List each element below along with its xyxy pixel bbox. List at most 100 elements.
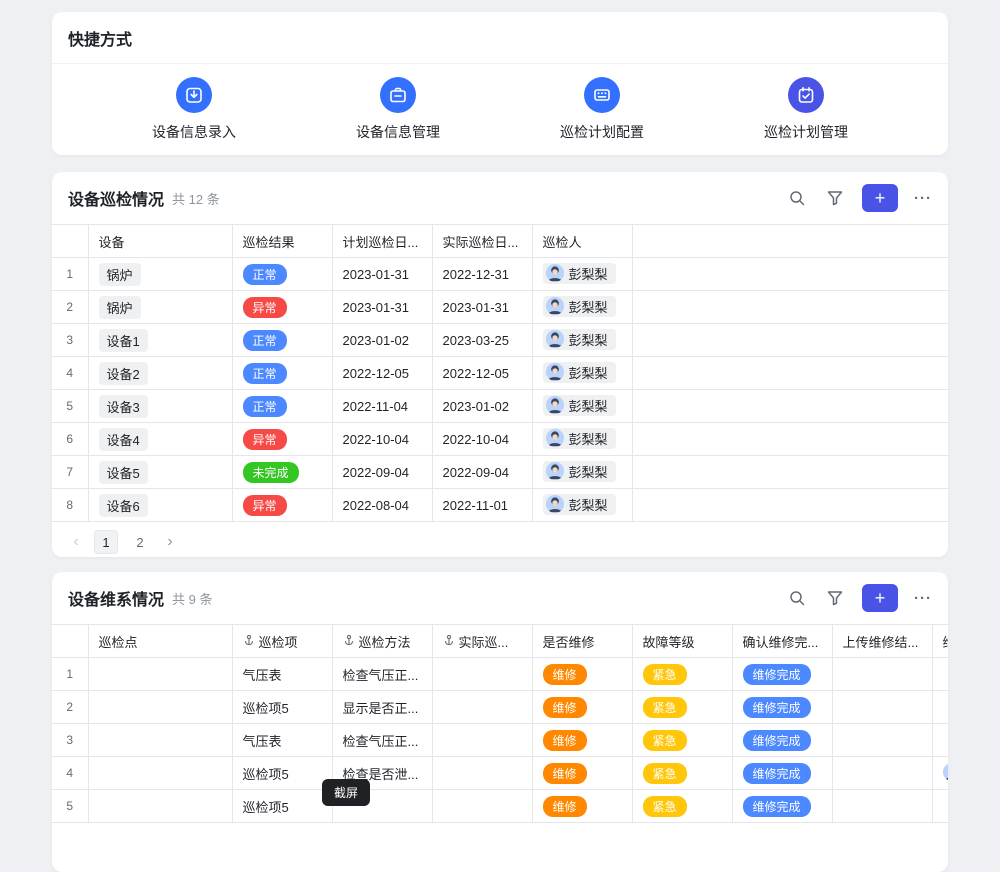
repair-cell[interactable]: 维修 [532,658,632,691]
repair-cell[interactable]: 维修 [532,691,632,724]
upload-cell[interactable] [832,757,932,790]
add-record-button[interactable]: + [862,584,898,612]
method-cell[interactable]: 检查气压正... [332,658,432,691]
next-page-icon[interactable]: › [162,533,178,551]
plan-date-cell[interactable]: 2023-01-02 [332,324,432,357]
result-cell[interactable]: 正常 [232,390,332,423]
table-row[interactable]: 1锅炉正常2023-01-312022-12-31彭梨梨 [52,258,948,291]
level-cell[interactable]: 紧急 [632,658,732,691]
inspector-cell[interactable]: 彭梨梨 [532,423,632,456]
item-cell[interactable]: 气压表 [232,724,332,757]
column-header[interactable]: 维 [932,625,948,658]
actual-cell[interactable] [432,724,532,757]
actual-date-cell[interactable]: 2022-12-31 [432,258,532,291]
column-header[interactable]: 巡检人 [532,225,632,258]
column-header[interactable]: 巡检结果 [232,225,332,258]
inspector-cell[interactable]: 彭梨梨 [532,258,632,291]
device-cell[interactable]: 设备4 [88,423,232,456]
plan-date-cell[interactable]: 2022-08-04 [332,489,432,522]
table-row[interactable]: 5设备3正常2022-11-042023-01-02彭梨梨 [52,390,948,423]
inspector-cell[interactable]: 彭梨梨 [532,324,632,357]
level-cell[interactable]: 紧急 [632,790,732,823]
confirm-cell[interactable]: 维修完成 [732,757,832,790]
filter-icon[interactable] [824,587,846,609]
actual-date-cell[interactable]: 2022-12-05 [432,357,532,390]
table-row[interactable]: 2巡检项5显示是否正...维修紧急维修完成 [52,691,948,724]
inspector-cell[interactable]: 彭梨梨 [532,489,632,522]
extra-cell[interactable] [932,658,948,691]
item-cell[interactable]: 巡检项5 [232,757,332,790]
table-row[interactable]: 2锅炉异常2023-01-312023-01-31彭梨梨 [52,291,948,324]
result-cell[interactable]: 未完成 [232,456,332,489]
result-cell[interactable]: 正常 [232,324,332,357]
extra-cell[interactable] [932,724,948,757]
more-icon[interactable]: ··· [914,590,932,607]
plan-date-cell[interactable]: 2022-11-04 [332,390,432,423]
method-cell[interactable]: 检查气压正... [332,724,432,757]
actual-cell[interactable] [432,790,532,823]
item-cell[interactable]: 气压表 [232,658,332,691]
inspector-cell[interactable]: 彭梨梨 [532,357,632,390]
column-header[interactable]: 是否维修 [532,625,632,658]
table-row[interactable]: 3设备1正常2023-01-022023-03-25彭梨梨 [52,324,948,357]
filter-icon[interactable] [824,187,846,209]
actual-date-cell[interactable]: 2022-10-04 [432,423,532,456]
point-cell[interactable] [88,724,232,757]
confirm-cell[interactable]: 维修完成 [732,691,832,724]
repair-cell[interactable]: 维修 [532,724,632,757]
table-row[interactable]: 4设备2正常2022-12-052022-12-05彭梨梨 [52,357,948,390]
actual-cell[interactable] [432,757,532,790]
extra-cell[interactable] [932,691,948,724]
shortcut-plan-config[interactable]: 巡检计划配置 [560,77,644,142]
column-header[interactable]: 上传维修结... [832,625,932,658]
result-cell[interactable]: 异常 [232,291,332,324]
add-record-button[interactable]: + [862,184,898,212]
level-cell[interactable]: 紧急 [632,724,732,757]
actual-cell[interactable] [432,691,532,724]
upload-cell[interactable] [832,691,932,724]
search-icon[interactable] [786,187,808,209]
table-row[interactable]: 6设备4异常2022-10-042022-10-04彭梨梨 [52,423,948,456]
table-row[interactable]: 7设备5未完成2022-09-042022-09-04彭梨梨 [52,456,948,489]
upload-cell[interactable] [832,724,932,757]
point-cell[interactable] [88,658,232,691]
result-cell[interactable]: 异常 [232,489,332,522]
actual-cell[interactable] [432,658,532,691]
shortcut-plan-manage[interactable]: 巡检计划管理 [764,77,848,142]
item-cell[interactable]: 巡检项5 [232,790,332,823]
more-icon[interactable]: ··· [914,190,932,207]
table-row[interactable]: 3气压表检查气压正...维修紧急维修完成 [52,724,948,757]
plan-date-cell[interactable]: 2023-01-31 [332,291,432,324]
actual-date-cell[interactable]: 2022-11-01 [432,489,532,522]
column-header[interactable]: 设备 [88,225,232,258]
point-cell[interactable] [88,790,232,823]
repair-cell[interactable]: 维修 [532,790,632,823]
page-number[interactable]: 2 [128,530,152,554]
device-cell[interactable]: 锅炉 [88,291,232,324]
device-cell[interactable]: 设备2 [88,357,232,390]
column-header[interactable]: 巡检方法 [332,625,432,658]
repair-cell[interactable]: 维修 [532,757,632,790]
extra-cell[interactable] [932,790,948,823]
confirm-cell[interactable]: 维修完成 [732,658,832,691]
method-cell[interactable]: 显示是否正... [332,691,432,724]
extra-cell[interactable] [932,757,948,790]
actual-date-cell[interactable]: 2022-09-04 [432,456,532,489]
column-header[interactable]: 故障等级 [632,625,732,658]
device-cell[interactable]: 设备5 [88,456,232,489]
table-row[interactable]: 1气压表检查气压正...维修紧急维修完成 [52,658,948,691]
confirm-cell[interactable]: 维修完成 [732,724,832,757]
actual-date-cell[interactable]: 2023-03-25 [432,324,532,357]
plan-date-cell[interactable]: 2022-10-04 [332,423,432,456]
shortcut-device-entry[interactable]: 设备信息录入 [152,77,236,142]
device-cell[interactable]: 设备1 [88,324,232,357]
column-header[interactable]: 确认维修完... [732,625,832,658]
level-cell[interactable]: 紧急 [632,691,732,724]
plan-date-cell[interactable]: 2022-09-04 [332,456,432,489]
shortcut-device-manage[interactable]: 设备信息管理 [356,77,440,142]
inspector-cell[interactable]: 彭梨梨 [532,390,632,423]
actual-date-cell[interactable]: 2023-01-02 [432,390,532,423]
table-row[interactable]: 4巡检项5检查是否泄...维修紧急维修完成 [52,757,948,790]
result-cell[interactable]: 异常 [232,423,332,456]
plan-date-cell[interactable]: 2023-01-31 [332,258,432,291]
